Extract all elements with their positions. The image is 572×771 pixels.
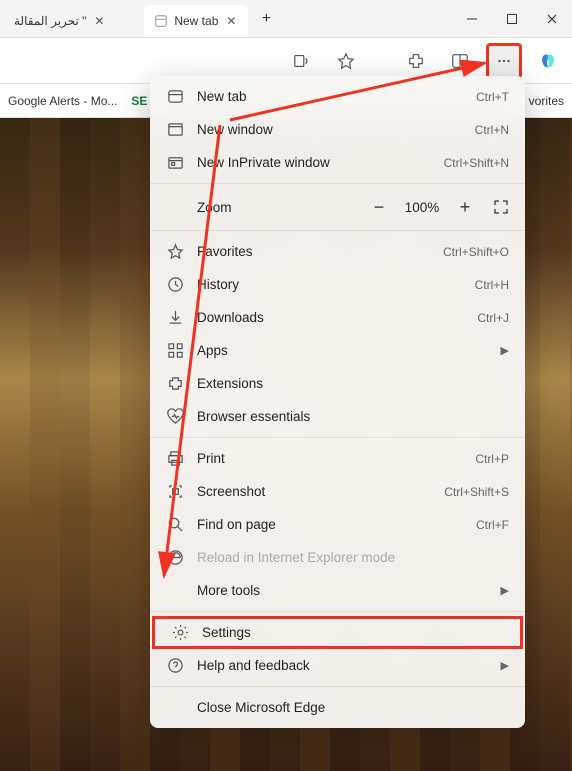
fullscreen-button[interactable]	[487, 193, 515, 221]
new-tab-button[interactable]: +	[252, 5, 280, 33]
tab-favicon[interactable]	[120, 5, 140, 37]
menu-browser-essentials[interactable]: Browser essentials	[150, 400, 525, 433]
gear-icon	[171, 624, 189, 642]
chevron-right-icon: ▶	[501, 344, 509, 357]
pulse-icon	[166, 408, 184, 426]
menu-help[interactable]: Help and feedback ▶	[150, 649, 525, 682]
minimize-button[interactable]	[452, 1, 492, 37]
menu-downloads[interactable]: Downloads Ctrl+J	[150, 301, 525, 334]
menu-screenshot[interactable]: Screenshot Ctrl+Shift+S	[150, 475, 525, 508]
zoom-out-button[interactable]: −	[365, 193, 393, 221]
maximize-button[interactable]	[492, 1, 532, 37]
menu-history[interactable]: History Ctrl+H	[150, 268, 525, 301]
menu-zoom: Zoom − 100% +	[150, 188, 525, 226]
chevron-right-icon: ▶	[501, 659, 509, 672]
menu-print[interactable]: Print Ctrl+P	[150, 442, 525, 475]
history-icon	[166, 276, 184, 294]
bookmark-item[interactable]: Google Alerts - Mo...	[8, 94, 117, 108]
search-icon	[166, 516, 184, 534]
menu-extensions[interactable]: Extensions	[150, 367, 525, 400]
help-icon	[166, 657, 184, 675]
tab-title: New tab	[174, 14, 218, 28]
puzzle-icon	[166, 375, 184, 393]
browser-window: تحرير المقالة " ✕ New tab ✕ + Google Ale…	[0, 0, 572, 771]
menu-find-on-page[interactable]: Find on page Ctrl+F	[150, 508, 525, 541]
page-icon	[154, 14, 168, 28]
copilot-icon[interactable]	[530, 43, 566, 79]
close-button[interactable]	[532, 1, 572, 37]
inprivate-icon	[166, 154, 184, 172]
menu-favorites[interactable]: Favorites Ctrl+Shift+O	[150, 235, 525, 268]
menu-settings[interactable]: Settings	[152, 616, 523, 649]
favorites-overflow[interactable]: vorites	[529, 94, 564, 108]
chevron-right-icon: ▶	[501, 584, 509, 597]
star-icon	[166, 243, 184, 261]
settings-menu: New tab Ctrl+T New window Ctrl+N New InP…	[150, 76, 525, 728]
close-icon[interactable]: ✕	[224, 14, 238, 28]
menu-apps[interactable]: Apps ▶	[150, 334, 525, 367]
menu-new-window[interactable]: New window Ctrl+N	[150, 113, 525, 146]
menu-close-browser[interactable]: Close Microsoft Edge	[150, 691, 525, 724]
tab-icon	[166, 88, 184, 106]
apps-icon	[166, 342, 184, 360]
download-icon	[166, 309, 184, 327]
zoom-in-button[interactable]: +	[451, 193, 479, 221]
favorites-star-icon[interactable]	[328, 43, 364, 79]
zoom-percent: 100%	[401, 200, 443, 215]
tab-title: تحرير المقالة "	[14, 14, 86, 28]
extensions-icon[interactable]	[398, 43, 434, 79]
menu-new-tab[interactable]: New tab Ctrl+T	[150, 80, 525, 113]
read-aloud-icon[interactable]	[284, 43, 320, 79]
menu-more-tools[interactable]: More tools ▶	[150, 574, 525, 607]
window-controls	[452, 1, 572, 37]
screenshot-icon	[166, 483, 184, 501]
tab-1-active[interactable]: New tab ✕	[144, 5, 248, 37]
menu-reload-ie: Reload in Internet Explorer mode	[150, 541, 525, 574]
print-icon	[166, 450, 184, 468]
close-icon[interactable]: ✕	[92, 14, 106, 28]
bookmark-item[interactable]: SE	[131, 94, 147, 108]
ie-icon	[166, 549, 184, 567]
window-icon	[166, 121, 184, 139]
settings-menu-button[interactable]	[486, 43, 522, 79]
menu-inprivate-window[interactable]: New InPrivate window Ctrl+Shift+N	[150, 146, 525, 179]
split-screen-icon[interactable]	[442, 43, 478, 79]
tab-0[interactable]: تحرير المقالة " ✕	[4, 5, 116, 37]
titlebar: تحرير المقالة " ✕ New tab ✕ +	[0, 0, 572, 38]
